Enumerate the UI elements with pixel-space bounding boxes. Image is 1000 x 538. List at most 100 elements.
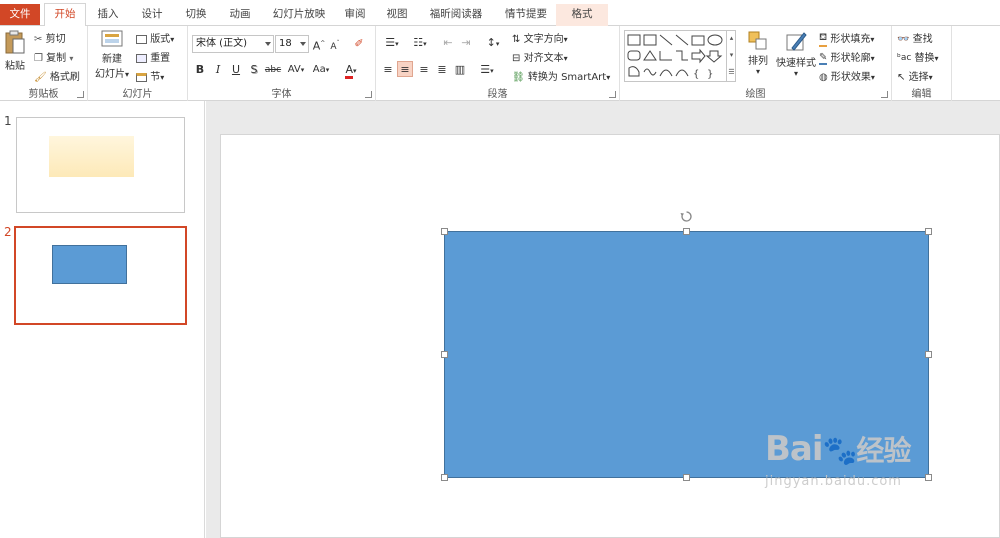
copy-label: 复制 [46,53,67,64]
paragraph-launcher[interactable] [609,91,616,98]
clipboard-launcher[interactable] [77,91,84,98]
layout-button[interactable]: 版式▾ [136,30,174,45]
resize-handle-bottom[interactable] [683,474,690,481]
align-text-button[interactable]: ⊟ 对齐文本▾ [512,49,568,65]
arrange-icon [748,31,767,50]
resize-handle-top-right[interactable] [925,228,932,235]
text-direction-label: 文字方向 [523,34,564,45]
shape-outline-button[interactable]: ✎ 形状轮廓▾ [819,49,875,65]
char-spacing-label: AV [287,64,301,75]
line-spacing-button[interactable]: ↕▾ [482,35,504,51]
slides-group: 新建 幻灯片▾ 版式▾ 重置 节▾ 幻灯片 [88,26,188,101]
effects-icon: ◍ [819,71,828,83]
quick-styles-label: 快速样式 [776,58,816,69]
align-center-icon[interactable]: ≡ [397,61,413,77]
watermark-url: jingyan.baidu.com [765,474,902,489]
baidu-jingyan-watermark: Bai🐾经验 jingyan.baidu.com [765,430,985,489]
text-direction-button[interactable]: ⇅ 文字方向▾ [512,30,568,46]
change-case-button[interactable]: Aa▾ [310,62,332,78]
slide-thumbnail-2[interactable] [14,226,187,325]
rotate-handle-icon[interactable] [680,210,693,223]
format-painter-button[interactable]: 🖌 格式刷 [34,68,80,84]
arrange-button[interactable]: 排列 ▾ [744,30,772,76]
cursor-icon: ↖ [897,71,906,83]
watermark-brand2: 经验 [856,434,911,467]
tab-foxit-reader[interactable]: 福昕阅读器 [424,4,488,26]
distributed-icon[interactable]: ▥ [452,62,468,78]
bold-button[interactable]: B [192,62,208,78]
new-slide-button[interactable]: 新建 幻灯片▾ [92,28,132,80]
slide-thumbnail-1[interactable] [16,117,185,213]
clear-format-icon[interactable]: ✐ [351,36,367,52]
text-direction-icon: ⇅ [512,33,521,45]
change-case-label: Aa [312,64,326,75]
resize-handle-top-left[interactable] [441,228,448,235]
cut-button[interactable]: ✂ 剪切 [34,30,66,46]
decrease-indent-icon[interactable]: ⇤ [440,35,456,51]
resize-handle-right[interactable] [925,351,932,358]
section-label: 节 [150,72,161,83]
resize-handle-left[interactable] [441,351,448,358]
font-launcher[interactable] [365,91,372,98]
shape-fill-label: 形状填充 [830,34,871,45]
select-button[interactable]: ↖ 选择▾ [897,68,933,84]
smartart-button[interactable]: ⛓ 转换为 SmartArt▾ [512,68,610,84]
new-slide-label: 新建 [102,54,122,65]
shrink-font-icon[interactable]: Aˇ [327,36,343,52]
font-size-combo[interactable]: 18 [275,35,309,53]
slide-thumbnail-pane[interactable]: 1 2 [0,101,205,538]
font-color-button[interactable]: A▾ [340,62,362,79]
copy-button[interactable]: ❐ 复制 ▾ [34,49,73,65]
reset-button[interactable]: 重置 [136,49,170,64]
underline-button[interactable]: U [228,62,244,78]
reset-label: 重置 [150,53,171,64]
strikethrough-button[interactable]: abc [263,62,283,78]
shapes-gallery-scroll[interactable]: ▴ ▾ ☰ [726,30,736,82]
justify-icon[interactable]: ≣ [434,62,450,78]
shape-effects-button[interactable]: ◍ 形状效果▾ [819,68,875,84]
arrange-label: 排列 [748,56,768,67]
tab-slideshow[interactable]: 幻灯片放映 [266,4,332,26]
italic-button[interactable]: I [210,62,226,78]
drawing-launcher[interactable] [881,91,888,98]
thumbnail-number-1: 1 [4,114,12,128]
quick-styles-icon [786,32,807,51]
shape-outline-label: 形状轮廓 [830,53,871,64]
resize-handle-top[interactable] [683,228,690,235]
align-left-icon[interactable]: ≡ [380,62,396,78]
grow-font-icon[interactable]: A^ [311,36,327,53]
find-button[interactable]: 👓 查找 [897,30,933,46]
align-right-icon[interactable]: ≡ [416,62,432,78]
paste-icon [5,30,25,54]
tab-design[interactable]: 设计 [134,4,170,26]
shape-fill-button[interactable]: ⛾ 形状填充▾ [819,30,874,47]
bullets-button[interactable]: ☰▾ [380,35,404,51]
paragraph-group-label: 段落 [487,89,508,100]
replace-button[interactable]: ᵇac 替换▾ [897,49,939,64]
resize-handle-bottom-left[interactable] [441,474,448,481]
shapes-gallery[interactable]: {} [624,30,736,82]
quick-styles-button[interactable]: 快速样式 ▾ [776,30,816,78]
numbering-button[interactable]: ☷▾ [408,35,432,51]
tab-review[interactable]: 审阅 [338,4,372,26]
find-label: 查找 [912,34,933,45]
font-name-combo[interactable]: 宋体 (正文) [192,35,274,53]
tab-view[interactable]: 视图 [380,4,414,26]
tab-insert[interactable]: 插入 [90,4,126,26]
tab-file[interactable]: 文件 [0,4,40,25]
tab-format[interactable]: 格式 [556,4,608,26]
increase-indent-icon[interactable]: ⇥ [458,35,474,51]
paste-button[interactable]: 粘贴 [2,30,28,72]
reset-icon [136,53,147,63]
svg-text:}: } [707,69,713,80]
clipboard-group: 粘贴 ✂ 剪切 ❐ 复制 ▾ 🖌 格式刷 剪贴板 [0,26,88,101]
tab-storyboard[interactable]: 情节提要 [497,4,555,26]
char-spacing-button[interactable]: AV▾ [285,62,307,78]
section-button[interactable]: 节▾ [136,68,164,83]
tab-home[interactable]: 开始 [44,3,86,27]
font-group: 宋体 (正文) 18 A^ Aˇ ✐ B I U S abc AV▾ Aa▾ A… [188,26,376,101]
tab-animations[interactable]: 动画 [222,4,258,26]
tab-transitions[interactable]: 切换 [178,4,214,26]
columns-button[interactable]: ☰▾ [476,62,498,78]
shadow-button[interactable]: S [246,62,262,78]
